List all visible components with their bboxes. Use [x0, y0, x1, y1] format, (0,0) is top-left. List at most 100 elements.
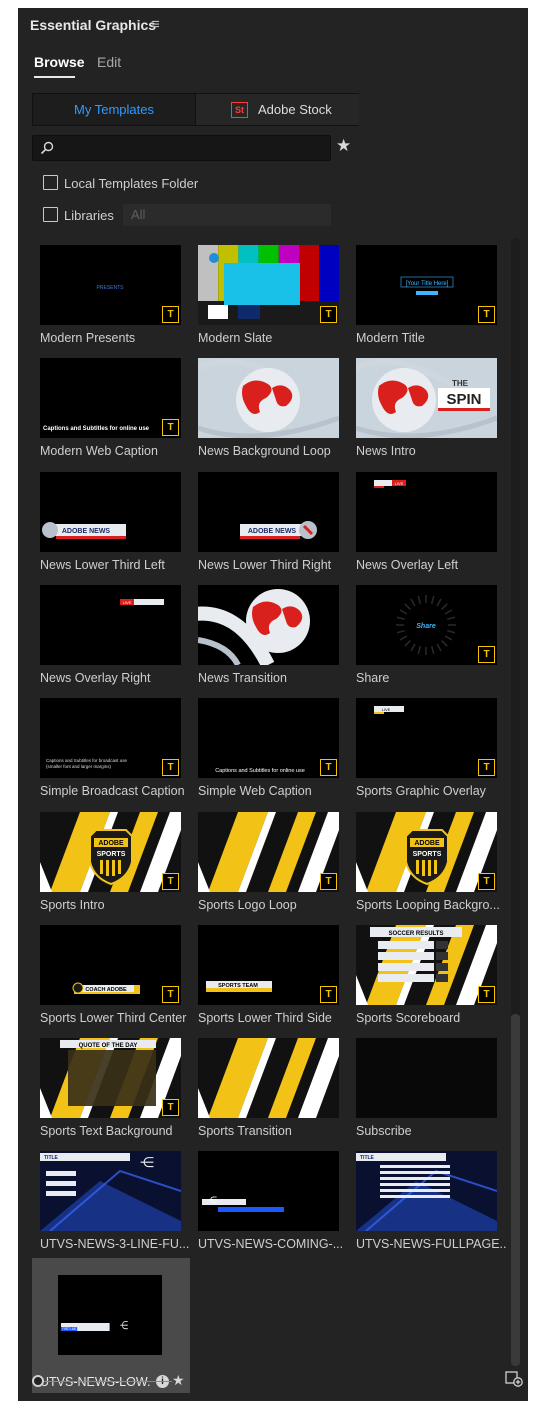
- thumbnail-text: ADOBE NEWS: [248, 528, 297, 535]
- template-thumbnail[interactable]: ADOBE NEWS: [198, 471, 339, 552]
- thumbnail-text: (smaller font and larger margins): [46, 764, 112, 769]
- template-thumbnail[interactable]: [198, 584, 339, 665]
- template-item[interactable]: ADOBE NEWS News Lower Third Left: [18, 465, 181, 577]
- source-toggle: My Templates St Adobe Stock: [32, 93, 359, 126]
- template-item[interactable]: FIRST LINE⋲UTVS-NEWS-LOW...i★: [32, 1257, 190, 1393]
- template-thumbnail[interactable]: ADOBE NEWS: [40, 471, 181, 552]
- tab-browse[interactable]: Browse: [34, 54, 85, 70]
- template-thumbnail[interactable]: Share T: [356, 584, 497, 665]
- template-thumbnail[interactable]: LIVE T: [356, 698, 497, 779]
- template-thumbnail[interactable]: THE SPIN: [356, 358, 497, 439]
- template-item[interactable]: Captions and Subtitles for online use T Si…: [176, 691, 339, 803]
- thumbnail-text: Captions and Subtitles for broadcast use: [46, 758, 128, 763]
- template-item[interactable]: SOCCER RESULTS T Sports Scoreboard: [334, 918, 497, 1030]
- template-thumbnail[interactable]: [198, 1038, 339, 1119]
- libraries-checkbox[interactable]: Libraries: [43, 207, 114, 223]
- template-name: Share: [356, 670, 390, 685]
- template-item[interactable]: ADOBE SPORTS T Sports Intro: [18, 805, 181, 917]
- template-thumbnail[interactable]: FIRST LINE ⋲: [58, 1274, 162, 1355]
- favorites-filter-star-icon[interactable]: ★: [336, 136, 351, 156]
- template-thumbnail[interactable]: [Your Title Here] T: [356, 245, 497, 325]
- template-name: News Background Loop: [198, 444, 331, 459]
- text-style-badge-icon: T: [478, 985, 495, 1003]
- checkbox-box[interactable]: [43, 207, 58, 222]
- text-style-badge-icon: T: [478, 759, 495, 777]
- template-item[interactable]: LIVE News Overlay Left: [334, 465, 497, 577]
- template-item[interactable]: QUOTE OF THE DAY T Sports Text Background: [18, 1031, 181, 1143]
- template-thumbnail[interactable]: [356, 1038, 497, 1119]
- template-item[interactable]: News Transition: [176, 578, 339, 690]
- thumbnail-text: ⋲: [140, 1154, 154, 1170]
- panel-menu-icon[interactable]: ≡: [151, 16, 160, 33]
- my-templates-button[interactable]: My Templates: [33, 94, 195, 125]
- template-thumbnail[interactable]: Captions and Subtitles for broadcast use…: [40, 698, 181, 779]
- thumbnail-text: Share: [416, 623, 436, 630]
- template-item[interactable]: T Sports Logo Loop: [176, 805, 339, 917]
- template-thumbnail[interactable]: LIVE: [356, 471, 497, 552]
- template-item[interactable]: Captions and Subtitles for online use T Mo…: [18, 351, 181, 463]
- template-item[interactable]: Subscribe: [334, 1031, 497, 1143]
- template-thumbnail[interactable]: [198, 358, 339, 439]
- thumbnail-text: COACH ADOBE: [85, 987, 127, 993]
- slider-knob[interactable]: [32, 1375, 44, 1387]
- template-name: Sports Looping Backgro...: [356, 897, 500, 912]
- template-item[interactable]: PRESENTS T Modern Presents: [18, 238, 181, 350]
- template-item[interactable]: [Your Title Here] T Modern Title: [334, 238, 497, 350]
- template-item[interactable]: COACH ADOBE T Sports Lower Third Center: [18, 918, 186, 1030]
- template-item[interactable]: SPORTS TEAM T Sports Lower Third Side: [176, 918, 339, 1030]
- template-name: Sports Lower Third Side: [198, 1010, 332, 1025]
- template-item[interactable]: LIVE News Overlay Right: [18, 578, 181, 690]
- template-item[interactable]: Captions and Subtitles for broadcast use…: [18, 691, 185, 803]
- template-name: Simple Broadcast Caption: [40, 784, 185, 799]
- template-thumbnail[interactable]: PRESENTS T: [40, 245, 181, 325]
- thumbnail-text: ADOBE: [98, 840, 124, 847]
- template-thumbnail[interactable]: QUOTE OF THE DAY T: [40, 1038, 181, 1119]
- template-item[interactable]: TITLE UTVS-NEWS-FULLPAGE...: [334, 1144, 506, 1256]
- scrollbar-thumb[interactable]: [511, 1014, 520, 1366]
- template-thumbnail[interactable]: T: [198, 245, 339, 325]
- template-thumbnail[interactable]: Captions and Subtitles for online use T: [40, 358, 181, 439]
- template-name: Sports Text Background: [40, 1124, 173, 1139]
- template-thumbnail[interactable]: SPORTS TEAM T: [198, 924, 339, 1005]
- template-thumbnail[interactable]: TITLE ⋲: [40, 1151, 181, 1232]
- favorite-star-icon[interactable]: ★: [172, 1372, 185, 1389]
- template-item[interactable]: ⋲ UTVS-NEWS-COMING-...: [176, 1144, 343, 1256]
- thumbnail-size-slider[interactable]: [32, 1375, 172, 1389]
- template-thumbnail[interactable]: COACH ADOBE T: [40, 924, 181, 1005]
- template-name: News Lower Third Right: [198, 557, 332, 572]
- template-thumbnail[interactable]: ADOBE SPORTS T: [356, 811, 497, 892]
- thumbnail-text: TITLE: [360, 1155, 375, 1161]
- template-thumbnail[interactable]: LIVE: [40, 584, 181, 665]
- template-item[interactable]: ADOBE SPORTS T Sports Looping Backgro...: [334, 805, 500, 917]
- template-thumbnail[interactable]: ⋲: [198, 1151, 339, 1232]
- template-item[interactable]: THE SPIN News Intro: [334, 351, 497, 463]
- search-input[interactable]: [32, 135, 331, 161]
- template-thumbnail[interactable]: ADOBE SPORTS T: [40, 811, 181, 892]
- template-name: News Overlay Left: [356, 557, 459, 572]
- local-templates-checkbox[interactable]: Local Templates Folder: [43, 175, 198, 191]
- template-item[interactable]: Share T Share: [334, 578, 497, 690]
- template-name: Sports Lower Third Center: [40, 1010, 187, 1025]
- grid-scrollbar[interactable]: [511, 238, 520, 1366]
- template-thumbnail[interactable]: TITLE: [356, 1151, 497, 1232]
- template-thumbnail[interactable]: SOCCER RESULTS T: [356, 924, 497, 1005]
- libraries-select[interactable]: All ⌄: [123, 204, 331, 226]
- template-thumbnail[interactable]: Captions and Subtitles for online use T: [198, 698, 339, 779]
- template-name: UTVS-NEWS-3-LINE-FU...: [40, 1237, 190, 1252]
- template-name: Sports Transition: [198, 1124, 292, 1139]
- template-thumbnail[interactable]: T: [198, 811, 339, 892]
- template-name: News Overlay Right: [40, 670, 151, 685]
- tab-edit[interactable]: Edit: [97, 54, 121, 70]
- template-item[interactable]: ADOBE NEWS News Lower Third Right: [176, 465, 339, 577]
- template-item[interactable]: LIVE T Sports Graphic Overlay: [334, 691, 497, 803]
- template-item[interactable]: TITLE ⋲ UTVS-NEWS-3-LINE-FU...: [18, 1144, 189, 1256]
- adobe-stock-button[interactable]: St Adobe Stock: [195, 94, 359, 125]
- template-item[interactable]: T Modern Slate: [176, 238, 339, 350]
- checkbox-box[interactable]: [43, 175, 58, 190]
- template-item[interactable]: Sports Transition: [176, 1031, 339, 1143]
- thumbnail-text: ⋲: [120, 1320, 128, 1333]
- new-layer-icon[interactable]: [505, 1369, 523, 1387]
- template-name: News Intro: [356, 444, 416, 459]
- template-item[interactable]: News Background Loop: [176, 351, 339, 463]
- template-name: Subscribe: [356, 1124, 412, 1139]
